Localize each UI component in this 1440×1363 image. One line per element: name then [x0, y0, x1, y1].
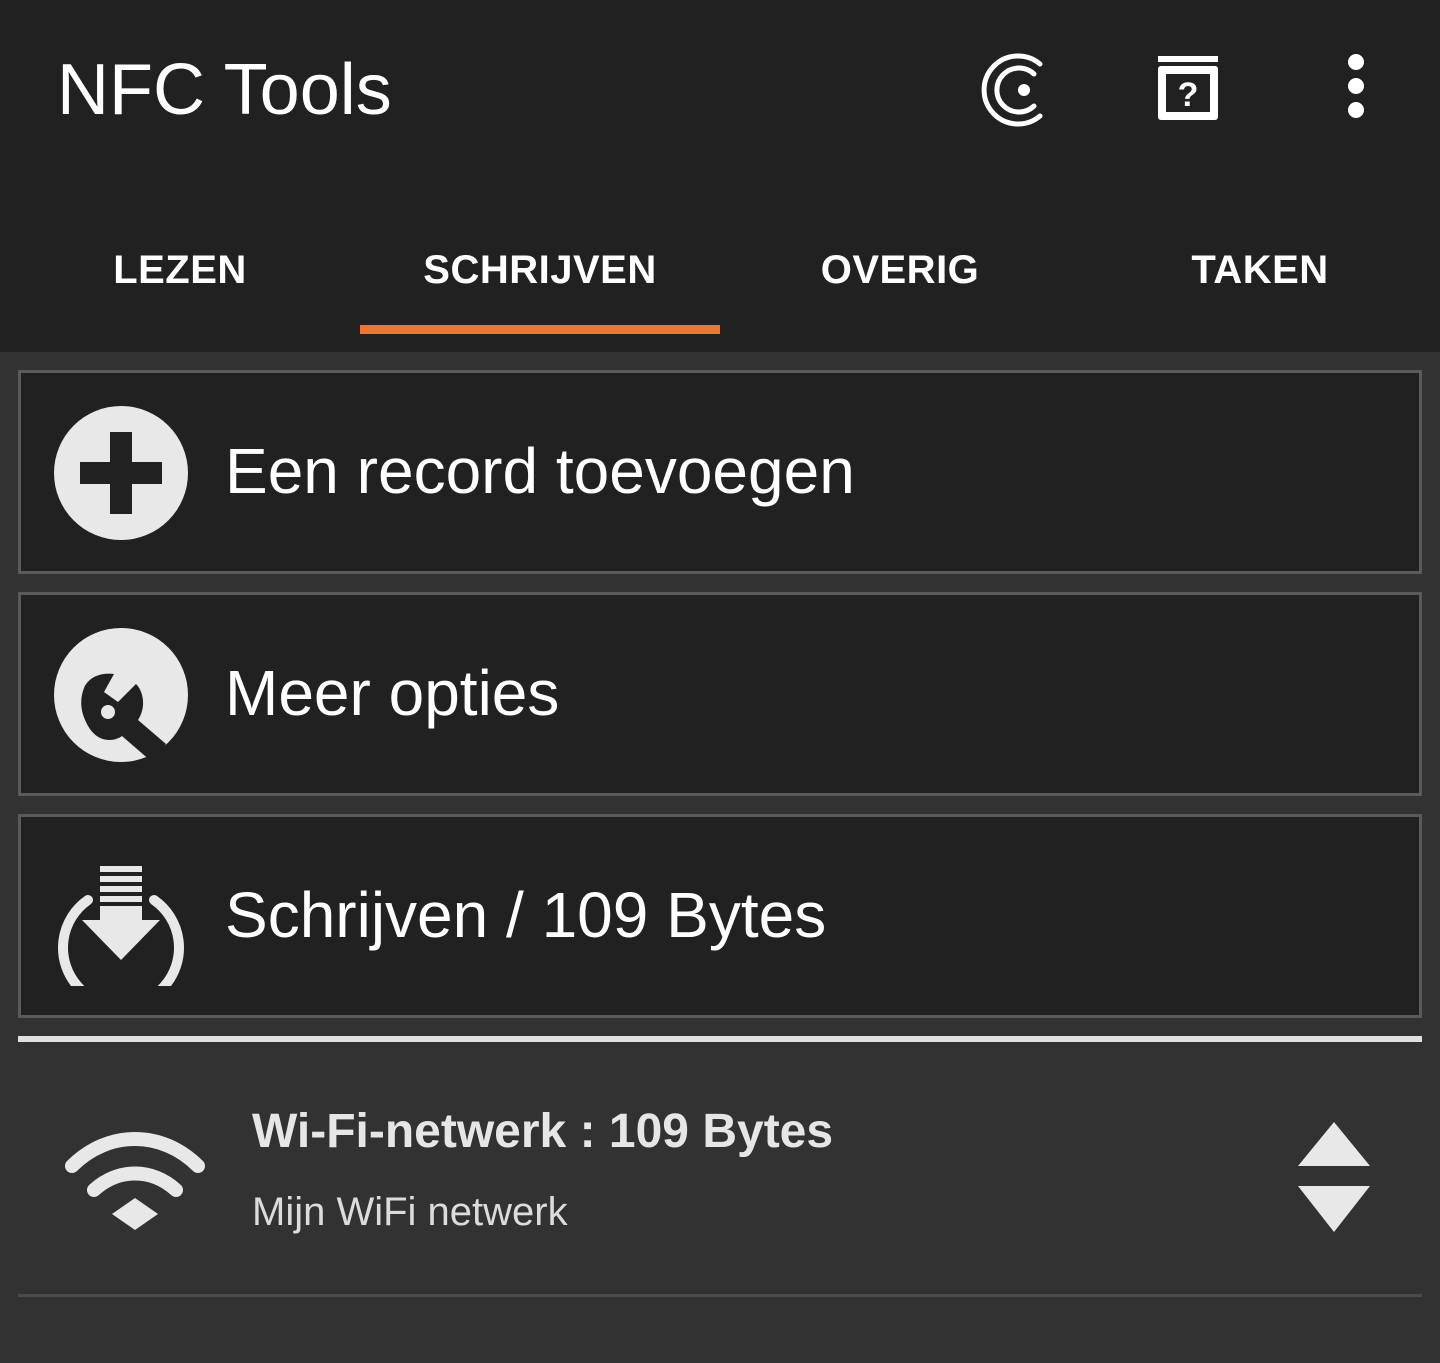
more-vert-icon	[1348, 54, 1364, 118]
add-circle-icon	[52, 404, 190, 542]
coin-button[interactable]	[978, 50, 1058, 130]
help-button[interactable]: ?	[1148, 50, 1228, 130]
help-book-icon: ?	[1158, 56, 1218, 120]
record-title: Wi-Fi-netwerk : 109 Bytes	[252, 1105, 834, 1158]
wifi-icon	[64, 1122, 206, 1232]
record-item-wifi[interactable]: Wi-Fi-netwerk : 109 Bytes Mijn WiFi netw…	[18, 1042, 1422, 1294]
write-label: Schrijven / 109 Bytes	[225, 879, 827, 951]
tab-overig[interactable]: OVERIG	[720, 222, 1080, 334]
add-record-button[interactable]: Een record toevoegen	[18, 370, 1422, 574]
app-title: NFC Tools	[57, 50, 392, 130]
app-bar: NFC Tools ? LEZEN SCHRIJVEN OVERIG TAKEN	[0, 0, 1440, 352]
coin-icon	[981, 53, 1043, 127]
add-record-label: Een record toevoegen	[225, 435, 855, 507]
tab-bar: LEZEN SCHRIJVEN OVERIG TAKEN	[0, 222, 1440, 334]
write-button[interactable]: Schrijven / 109 Bytes	[18, 814, 1422, 1018]
tab-lezen[interactable]: LEZEN	[0, 222, 360, 334]
more-options-label: Meer opties	[225, 657, 560, 729]
tab-schrijven[interactable]: SCHRIJVEN	[360, 222, 720, 334]
reorder-arrows-icon	[1298, 1122, 1370, 1232]
overflow-menu-button[interactable]	[1316, 50, 1396, 130]
tab-taken[interactable]: TAKEN	[1080, 222, 1440, 334]
more-options-button[interactable]: Meer opties	[18, 592, 1422, 796]
write-download-icon	[52, 848, 190, 986]
svg-text:?: ?	[1178, 76, 1199, 114]
record-divider	[18, 1294, 1422, 1297]
record-subtitle: Mijn WiFi netwerk	[252, 1190, 568, 1234]
reorder-handle[interactable]	[1296, 1120, 1372, 1234]
wrench-icon	[52, 626, 190, 764]
